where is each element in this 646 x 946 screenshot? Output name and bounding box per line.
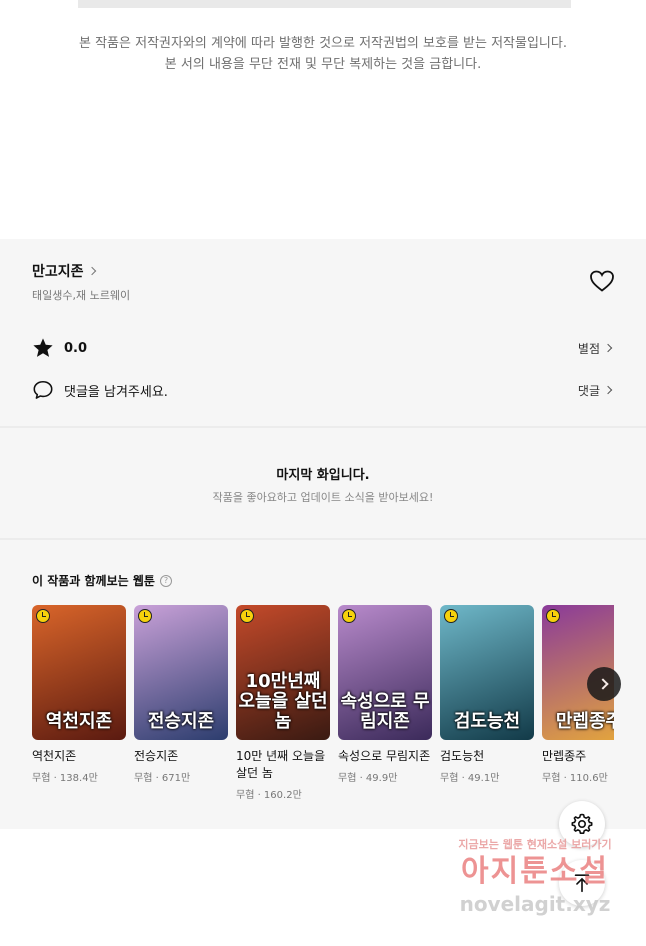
recommendation-cover: 검도능천 [440, 605, 534, 740]
work-title: 만고지존 [32, 264, 84, 280]
recommendation-meta: 무협 · 160.2만 [236, 790, 302, 801]
rating-link[interactable]: 별점 [578, 340, 614, 357]
recommendation-title: 만렙종주 [542, 749, 587, 763]
gear-icon [571, 813, 593, 834]
recommendation-meta: 무협 · 49.9만 [338, 773, 398, 784]
cover-title-art: 전승지존 [147, 711, 215, 732]
recommendation-meta: 무협 · 110.6만 [542, 773, 608, 784]
wait-free-clock-icon [342, 609, 356, 623]
cover-title-art: 검도능천 [453, 711, 521, 732]
wait-free-clock-icon [240, 609, 254, 623]
work-info-panel: 만고지존 태일생수,재 노르웨이 0.0 별점 댓글을 남겨주세요. 댓글 [0, 239, 646, 426]
recommendation-cover: 속성으로 무림지존 [338, 605, 432, 740]
recommendation-card[interactable]: 검도능천 검도능천 무협 · 49.1만 [440, 605, 534, 784]
chevron-right-icon [603, 343, 613, 353]
watermark-logo: 아지툰소설 [461, 854, 609, 889]
cover-title-art: 10만년째 오늘을 살던 놈 [238, 671, 328, 732]
last-episode-title: 마지막 화입니다. [276, 468, 370, 483]
rating-link-label: 별점 [577, 341, 600, 356]
rating-value: 0.0 [64, 340, 88, 356]
cover-title-art: 만렙종주 [555, 711, 614, 732]
wait-free-clock-icon [36, 609, 50, 623]
comment-link-label: 댓글 [577, 383, 600, 398]
last-episode-subtitle: 작품을 좋아요하고 업데이트 소식을 받아보세요! [212, 491, 434, 504]
webtoon-viewer-end-page: 본 작품은 저작권자와의 계약에 따라 발행한 것으로 저작권법의 보호를 받는… [0, 0, 646, 946]
copyright-line-2: 본 서의 내용을 무단 전재 및 무단 복제하는 것을 금합니다. [164, 57, 482, 72]
recommendation-card[interactable]: 전승지존 전승지존 무협 · 671만 [134, 605, 228, 784]
recommendation-cover: 전승지존 [134, 605, 228, 740]
recommendation-cover: 역천지존 [32, 605, 126, 740]
recommendation-meta: 무협 · 671만 [134, 773, 191, 784]
chevron-right-icon [603, 385, 613, 395]
recommendation-title: 역천지존 [32, 749, 77, 763]
recommendation-card[interactable]: 10만년째 오늘을 살던 놈 10만 년째 오늘을 살던 놈 무협 · 160.… [236, 605, 330, 801]
comment-link[interactable]: 댓글 [578, 382, 614, 399]
recommendation-cover: 10만년째 오늘을 살던 놈 [236, 605, 330, 740]
chevron-right-icon [596, 678, 609, 690]
recommendation-meta: 무협 · 138.4만 [32, 773, 98, 784]
episode-image-bottom [78, 0, 571, 8]
wait-free-clock-icon [546, 609, 560, 623]
recommendation-title: 전승지존 [134, 749, 179, 763]
recommendation-title: 10만 년째 오늘을 살던 놈 [236, 749, 326, 780]
copyright-notice: 본 작품은 저작권자와의 계약에 따라 발행한 것으로 저작권법의 보호를 받는… [0, 33, 646, 75]
recommendation-card[interactable]: 역천지존 역천지존 무협 · 138.4만 [32, 605, 126, 784]
star-icon [33, 338, 53, 357]
heart-icon [590, 270, 614, 292]
recommendation-carousel: 역천지존 역천지존 무협 · 138.4만 전승지존 전승지존 무협 · 671… [32, 605, 614, 815]
wait-free-clock-icon [444, 609, 458, 623]
chevron-right-icon [87, 266, 96, 276]
watermark-url: novelagit.xyz [459, 892, 611, 916]
recommendation-title: 검도능천 [440, 749, 485, 763]
like-button[interactable] [589, 269, 615, 293]
comment-prompt[interactable]: 댓글을 남겨주세요. [64, 381, 168, 400]
recommendations-section: 이 작품과 함께보는 웹툰 ? 역천지존 역천지존 무협 · 138.4만 전승… [0, 540, 646, 829]
recommendations-title: 이 작품과 함께보는 웹툰 [32, 574, 155, 588]
cover-title-art: 속성으로 무림지존 [340, 691, 430, 732]
recommendation-card[interactable]: 속성으로 무림지존 속성으로 무림지존 무협 · 49.9만 [338, 605, 432, 784]
recommendations-header: 이 작품과 함께보는 웹툰 ? [32, 572, 172, 589]
comment-row: 댓글을 남겨주세요. 댓글 [32, 378, 614, 402]
work-authors: 태일생수,재 노르웨이 [32, 289, 131, 302]
site-watermark: 지금보는 웹툰 현재소설 보러가기 아지툰소설 novelagit.xyz [440, 836, 630, 926]
cover-title-art: 역천지존 [45, 711, 113, 732]
work-title-link[interactable]: 만고지존 [32, 261, 96, 281]
speech-bubble-icon [33, 380, 53, 399]
help-icon[interactable]: ? [159, 574, 172, 587]
recommendation-title: 속성으로 무림지존 [338, 749, 431, 763]
copyright-line-1: 본 작품은 저작권자와의 계약에 따라 발행한 것으로 저작권법의 보호를 받는… [79, 36, 567, 51]
wait-free-clock-icon [138, 609, 152, 623]
last-episode-notice: 마지막 화입니다. 작품을 좋아요하고 업데이트 소식을 받아보세요! [0, 428, 646, 538]
rating-row: 0.0 별점 [32, 336, 614, 360]
carousel-next-button[interactable] [587, 667, 621, 701]
watermark-tagline: 지금보는 웹툰 현재소설 보러가기 [458, 838, 612, 851]
recommendation-meta: 무협 · 49.1만 [440, 773, 500, 784]
